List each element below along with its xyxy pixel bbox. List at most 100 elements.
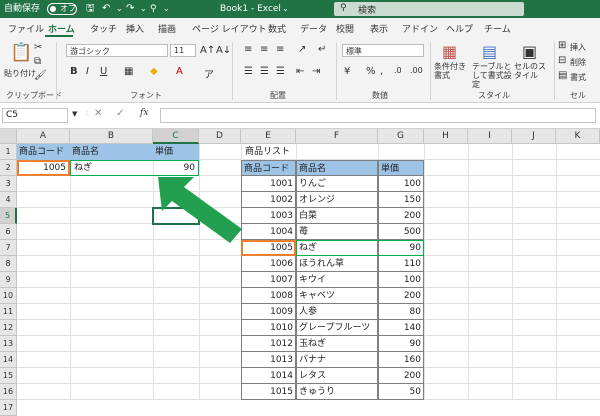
- tab-team[interactable]: チーム: [484, 22, 511, 35]
- list-header-name[interactable]: 商品名: [296, 160, 378, 176]
- cancel-icon[interactable]: ✕: [94, 108, 102, 119]
- list-item-code[interactable]: 1009: [241, 304, 296, 320]
- decimal-decrease-icon[interactable]: .00: [410, 66, 423, 75]
- list-item-name[interactable]: キャベツ: [296, 288, 378, 304]
- list-item-price[interactable]: 80: [378, 304, 424, 320]
- list-item-price[interactable]: 50: [378, 384, 424, 400]
- copy-icon[interactable]: ⧉: [34, 56, 41, 67]
- tab-home[interactable]: ホーム: [48, 22, 75, 35]
- tab-data[interactable]: データ: [300, 22, 327, 35]
- tab-draw[interactable]: 描画: [158, 22, 176, 35]
- search-input[interactable]: ⚲ 検索: [334, 2, 524, 16]
- insert-function-icon[interactable]: fx: [140, 108, 148, 118]
- spreadsheet-grid[interactable]: A B C D E F G H I J K 1 2 3 4 5 6 7 8 9 …: [0, 129, 600, 416]
- list-item-price[interactable]: 500: [378, 224, 424, 240]
- list-item-name[interactable]: キウイ: [296, 272, 378, 288]
- list-item-name[interactable]: バナナ: [296, 352, 378, 368]
- list-item-name[interactable]: 白菜: [296, 208, 378, 224]
- italic-icon[interactable]: I: [86, 66, 89, 77]
- list-title[interactable]: 商品リスト: [243, 144, 303, 160]
- list-item-name[interactable]: レタス: [296, 368, 378, 384]
- insert-cells-icon[interactable]: ⊞: [558, 40, 566, 51]
- cell-styles-label[interactable]: セルのスタイル: [514, 62, 548, 80]
- format-as-table-label[interactable]: テーブルとして書式設定: [472, 62, 512, 89]
- tab-touch[interactable]: タッチ: [90, 22, 117, 35]
- list-item-name[interactable]: グレープフルーツ: [296, 320, 378, 336]
- font-color-icon[interactable]: A: [176, 66, 183, 77]
- redo-dropdown-icon[interactable]: ⌄: [140, 3, 147, 15]
- borders-icon[interactable]: ▦: [124, 66, 133, 77]
- decimal-increase-icon[interactable]: .0: [394, 66, 402, 75]
- list-item-price[interactable]: 200: [378, 288, 424, 304]
- list-item-code[interactable]: 1015: [241, 384, 296, 400]
- undo-icon[interactable]: ↶: [102, 3, 110, 15]
- list-item-code[interactable]: 1008: [241, 288, 296, 304]
- tab-insert[interactable]: 挿入: [126, 22, 144, 35]
- undo-dropdown-icon[interactable]: ⌄: [116, 3, 123, 15]
- name-box[interactable]: C5: [2, 108, 68, 123]
- paste-label[interactable]: 貼り付け: [4, 68, 36, 79]
- conditional-format-label[interactable]: 条件付き書式: [434, 62, 470, 80]
- font-size-select[interactable]: 11: [170, 44, 196, 57]
- list-item-price[interactable]: 150: [378, 192, 424, 208]
- wrap-text-icon[interactable]: ↵: [318, 44, 326, 55]
- phonetic-icon[interactable]: ア: [204, 66, 214, 81]
- redo-icon[interactable]: ↷: [126, 3, 134, 15]
- align-left-icon[interactable]: ☰: [244, 66, 253, 77]
- outdent-icon[interactable]: ⇥: [312, 66, 320, 77]
- list-item-name[interactable]: ほうれん草: [296, 256, 378, 272]
- orientation-icon[interactable]: ↗: [298, 44, 306, 55]
- title-dropdown-icon[interactable]: ⌄: [282, 3, 289, 15]
- conditional-format-icon[interactable]: ▦: [442, 42, 457, 61]
- row-header-17[interactable]: 17: [0, 400, 17, 416]
- lookup-code-cell[interactable]: 1005: [17, 160, 70, 176]
- comma-icon[interactable]: ,: [380, 66, 383, 77]
- list-item-price[interactable]: 110: [378, 256, 424, 272]
- indent-icon[interactable]: ⇤: [296, 66, 304, 77]
- percent-icon[interactable]: %: [366, 66, 376, 77]
- font-grow-icon[interactable]: A↑: [200, 45, 215, 56]
- lookup-header-price[interactable]: 単価: [153, 144, 199, 160]
- save-icon[interactable]: 🖫: [86, 3, 95, 15]
- tab-review[interactable]: 校閲: [336, 22, 354, 35]
- list-item-code[interactable]: 1007: [241, 272, 296, 288]
- customize-toolbar-icon[interactable]: ⌄: [163, 3, 170, 15]
- align-middle-icon[interactable]: ≡: [260, 44, 268, 55]
- list-item-price[interactable]: 90: [378, 336, 424, 352]
- list-item-price[interactable]: 200: [378, 368, 424, 384]
- tab-page-layout[interactable]: ページ レイアウト: [192, 22, 267, 35]
- list-item-price[interactable]: 200: [378, 208, 424, 224]
- autosave-toggle[interactable]: オフ: [47, 3, 77, 15]
- list-item-name[interactable]: 玉ねぎ: [296, 336, 378, 352]
- align-top-icon[interactable]: ≡: [244, 44, 252, 55]
- list-item-price[interactable]: 100: [378, 176, 424, 192]
- tab-file[interactable]: ファイル: [8, 22, 44, 35]
- currency-icon[interactable]: ¥: [344, 66, 350, 77]
- paste-icon[interactable]: 📋: [10, 42, 32, 63]
- format-cells-icon[interactable]: ▤: [558, 70, 567, 81]
- list-item-name[interactable]: 苺: [296, 224, 378, 240]
- list-header-price[interactable]: 単価: [378, 160, 424, 176]
- lookup-name-cell[interactable]: ねぎ: [72, 160, 152, 176]
- formula-input[interactable]: [160, 108, 596, 123]
- lookup-header-code[interactable]: 商品コード: [17, 144, 70, 160]
- align-bottom-icon[interactable]: ≡: [276, 44, 284, 55]
- tab-formulas[interactable]: 数式: [268, 22, 286, 35]
- enter-icon[interactable]: ✓: [116, 108, 124, 119]
- format-cells-label[interactable]: 書式: [570, 72, 586, 83]
- list-item-price[interactable]: 100: [378, 272, 424, 288]
- cut-icon[interactable]: ✂: [34, 42, 42, 53]
- list-item-price[interactable]: 160: [378, 352, 424, 368]
- list-item-name[interactable]: 人参: [296, 304, 378, 320]
- tab-view[interactable]: 表示: [370, 22, 388, 35]
- list-item-code[interactable]: 1012: [241, 336, 296, 352]
- delete-cells-label[interactable]: 削除: [570, 57, 586, 68]
- tab-help[interactable]: ヘルプ: [446, 22, 473, 35]
- name-box-dropdown-icon[interactable]: ▼: [72, 110, 77, 118]
- format-painter-icon[interactable]: 🖌: [34, 70, 47, 81]
- underline-icon[interactable]: U: [100, 66, 107, 77]
- fill-color-icon[interactable]: ◆: [150, 66, 158, 77]
- list-item-name[interactable]: オレンジ: [296, 192, 378, 208]
- list-item-code[interactable]: 1006: [241, 256, 296, 272]
- bold-icon[interactable]: B: [70, 66, 78, 77]
